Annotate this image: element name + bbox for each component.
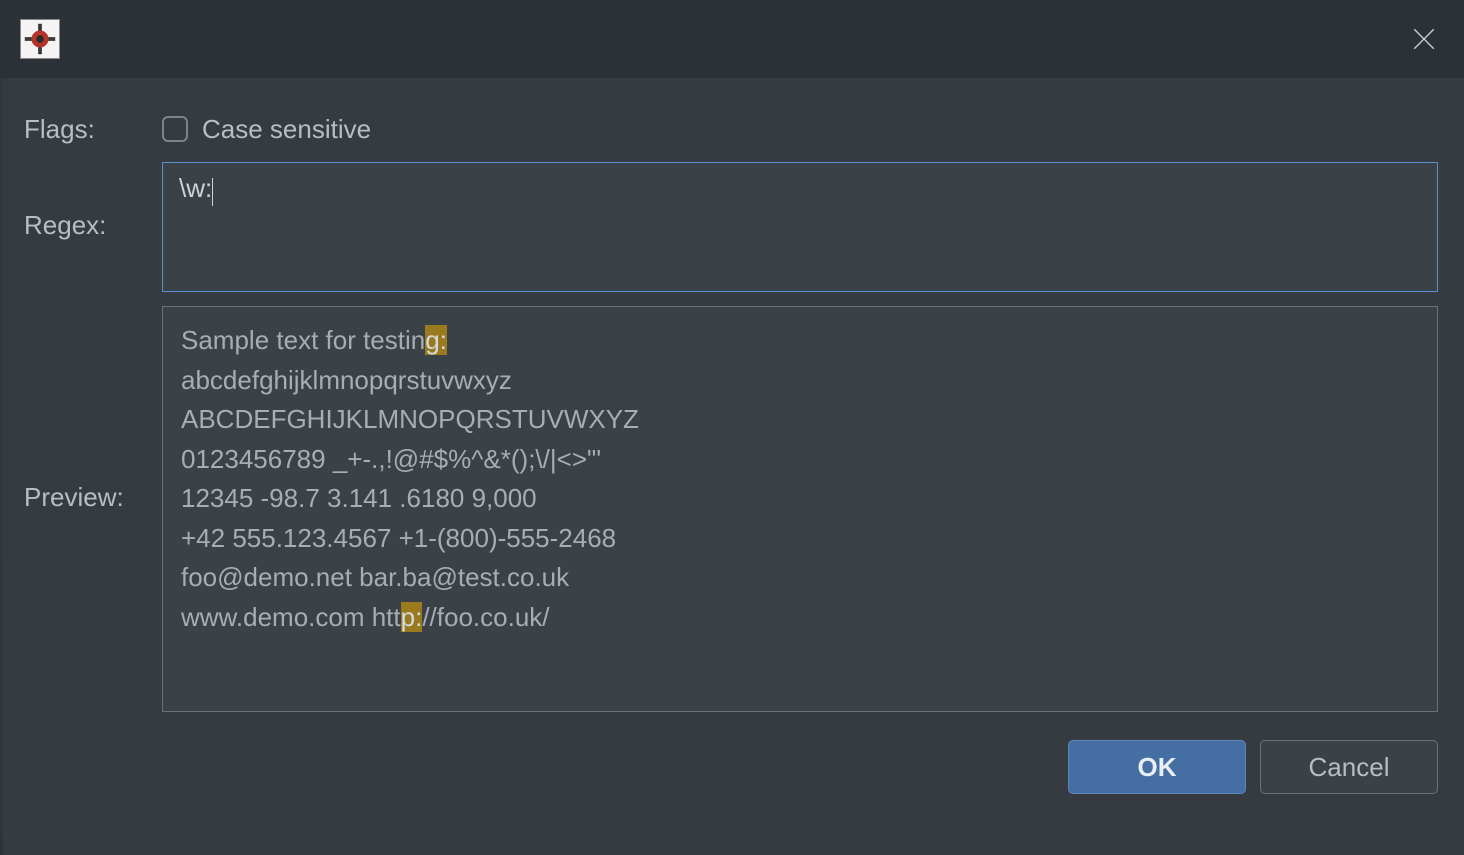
- preview-line: 12345 -98.7 3.141 .6180 9,000: [181, 479, 1419, 519]
- cancel-button[interactable]: Cancel: [1260, 740, 1438, 794]
- preview-line: Sample text for testing:: [181, 321, 1419, 361]
- preview-label: Preview:: [24, 306, 162, 513]
- regex-match-highlight: p:: [401, 602, 423, 632]
- case-sensitive-option[interactable]: Case sensitive: [162, 114, 371, 145]
- preview-row: Preview: Sample text for testing:abcdefg…: [24, 306, 1438, 712]
- titlebar: [0, 0, 1464, 78]
- preview-line: +42 555.123.4567 +1-(800)-555-2468: [181, 519, 1419, 559]
- regex-match-highlight: g:: [425, 325, 447, 355]
- preview-textarea[interactable]: Sample text for testing:abcdefghijklmnop…: [162, 306, 1438, 712]
- case-sensitive-checkbox[interactable]: [162, 116, 188, 142]
- button-row: OK Cancel: [0, 740, 1464, 794]
- case-sensitive-label: Case sensitive: [202, 114, 371, 145]
- preview-line: www.demo.com http://foo.co.uk/: [181, 598, 1419, 638]
- regex-input[interactable]: [162, 162, 1438, 292]
- preview-line: 0123456789 _+-.,!@#$%^&*();\/|<>"': [181, 440, 1419, 480]
- left-edge-shadow: [0, 78, 3, 855]
- preview-line: ABCDEFGHIJKLMNOPQRSTUVWXYZ: [181, 400, 1419, 440]
- regex-input-wrap[interactable]: \w:: [162, 162, 1438, 292]
- preview-line: abcdefghijklmnopqrstuvwxyz: [181, 361, 1419, 401]
- dialog-content: Flags: Case sensitive Regex: \w: Preview…: [0, 78, 1464, 712]
- preview-line: foo@demo.net bar.ba@test.co.uk: [181, 558, 1419, 598]
- app-icon: [20, 19, 60, 59]
- regex-row: Regex: \w:: [24, 162, 1438, 292]
- close-button[interactable]: [1384, 0, 1464, 78]
- ok-button[interactable]: OK: [1068, 740, 1246, 794]
- regex-label: Regex:: [24, 162, 162, 241]
- flags-label: Flags:: [24, 114, 162, 145]
- flags-row: Flags: Case sensitive: [24, 102, 1438, 156]
